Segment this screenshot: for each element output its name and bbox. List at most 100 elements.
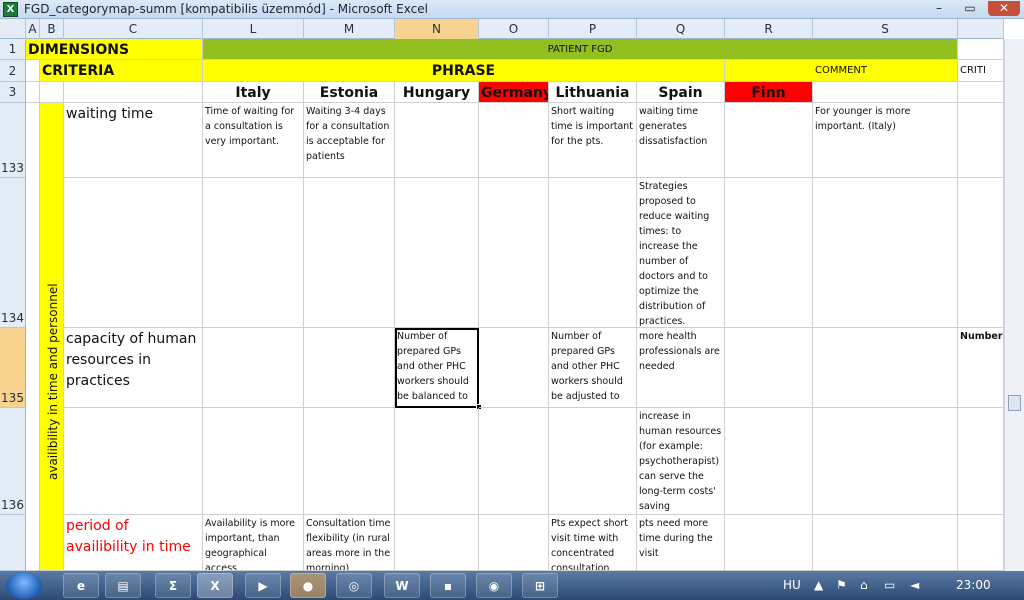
restore-button[interactable]: ▭ xyxy=(957,1,983,16)
excel-icon[interactable]: X xyxy=(3,2,18,17)
row-header-2[interactable]: 2 xyxy=(0,60,26,82)
criterion-capacity-human-resources[interactable]: capacity of human resources in practices xyxy=(64,328,203,408)
cell-n133[interactable] xyxy=(395,103,479,178)
vertical-scrollbar[interactable] xyxy=(1004,39,1024,571)
pdf-icon[interactable]: ◎ xyxy=(336,573,372,598)
column-header-m[interactable]: M xyxy=(304,19,395,39)
language-indicator[interactable]: HU xyxy=(783,578,801,592)
cell-a2[interactable] xyxy=(26,60,40,82)
cell-l133[interactable]: Time of waiting for a consultation is ve… xyxy=(203,103,304,178)
column-header-l[interactable]: L xyxy=(203,19,304,39)
cell-m134[interactable] xyxy=(304,178,395,328)
flag-icon[interactable]: ⚑ xyxy=(836,578,847,592)
column-header-a[interactable]: A xyxy=(26,19,40,39)
row-header-135[interactable]: 135 xyxy=(0,328,26,408)
column-header-b[interactable]: B xyxy=(40,19,64,39)
save-icon[interactable]: ▪ xyxy=(430,573,466,598)
cell-s134[interactable] xyxy=(813,178,958,328)
volume-icon[interactable]: ◄ xyxy=(910,578,919,592)
cell-o134[interactable] xyxy=(479,178,549,328)
cell-n137[interactable] xyxy=(395,515,479,571)
cell-q134[interactable]: Strategies proposed to reduce waiting ti… xyxy=(637,178,725,328)
cell-s3[interactable] xyxy=(813,82,958,103)
country-header-finn[interactable]: Finn xyxy=(725,82,813,103)
cell-s135[interactable] xyxy=(813,328,958,408)
word-icon[interactable]: W xyxy=(384,573,420,598)
country-header-spain[interactable]: Spain xyxy=(637,82,725,103)
sigma-icon[interactable]: Σ xyxy=(155,573,191,598)
cell-l134[interactable] xyxy=(203,178,304,328)
cell-t3[interactable] xyxy=(958,82,1004,103)
country-header-germany[interactable]: Germany xyxy=(479,82,549,103)
cell-o136[interactable] xyxy=(479,408,549,515)
cell-t134[interactable] xyxy=(958,178,1004,328)
ie-icon[interactable]: e xyxy=(63,573,99,598)
cell-q136[interactable]: increase in human resources (for example… xyxy=(637,408,725,515)
close-button[interactable]: ✕ xyxy=(988,1,1020,16)
media-icon[interactable]: ▶ xyxy=(245,573,281,598)
criteria-header-clipped[interactable]: CRITI xyxy=(958,60,1004,82)
dimension-cell[interactable]: availibility in time and personnel xyxy=(40,103,64,571)
cell-t1[interactable] xyxy=(958,39,1004,60)
cell-t137[interactable] xyxy=(958,515,1004,571)
phrase-header[interactable]: PHRASE xyxy=(203,60,725,82)
row-header-1[interactable]: 1 xyxy=(0,39,26,60)
minimize-button[interactable]: – xyxy=(926,1,952,16)
cell-m137[interactable]: Consultation time flexibility (in rural … xyxy=(304,515,395,571)
cell-l135[interactable] xyxy=(203,328,304,408)
select-all-corner[interactable] xyxy=(0,19,26,39)
patient-fgd-header[interactable]: PATIENT FGD xyxy=(203,39,958,60)
cell-n134[interactable] xyxy=(395,178,479,328)
column-a-body[interactable] xyxy=(26,103,40,571)
row-header-136[interactable]: 136 xyxy=(0,408,26,515)
column-header-o[interactable]: O xyxy=(479,19,549,39)
cell-r137[interactable] xyxy=(725,515,813,571)
cell-n136[interactable] xyxy=(395,408,479,515)
dimensions-header[interactable]: DIMENSIONS xyxy=(26,39,203,60)
cell-t136[interactable] xyxy=(958,408,1004,515)
cell-t133[interactable] xyxy=(958,103,1004,178)
column-header-r[interactable]: R xyxy=(725,19,813,39)
network-icon[interactable]: ⊞ xyxy=(522,573,558,598)
active-cell-n135[interactable]: Number of prepared GPs and other PHC wor… xyxy=(395,328,479,408)
criterion-waiting-time[interactable]: waiting time xyxy=(64,103,203,178)
cell-m136[interactable] xyxy=(304,408,395,515)
row-header-3[interactable]: 3 xyxy=(0,82,26,103)
column-header-t[interactable] xyxy=(958,19,1004,39)
cell-s136[interactable] xyxy=(813,408,958,515)
cell-l136[interactable] xyxy=(203,408,304,515)
cell-r136[interactable] xyxy=(725,408,813,515)
tray-arrow-icon[interactable]: ▲ xyxy=(814,578,823,592)
firefox-icon[interactable]: ● xyxy=(290,573,326,598)
excel-taskbar-icon[interactable]: X xyxy=(197,573,233,598)
explorer-icon[interactable]: ▤ xyxy=(105,573,141,598)
column-header-n[interactable]: N xyxy=(395,19,479,39)
cell-r134[interactable] xyxy=(725,178,813,328)
cell-c3[interactable] xyxy=(64,82,203,103)
country-header-lithuania[interactable]: Lithuania xyxy=(549,82,637,103)
row-header-133[interactable]: 133 xyxy=(0,103,26,178)
row-header-134[interactable]: 134 xyxy=(0,178,26,328)
cell-b3[interactable] xyxy=(40,82,64,103)
cell-q137[interactable]: pts need more time during the visit xyxy=(637,515,725,571)
device-icon[interactable]: ⌂ xyxy=(860,578,868,592)
cell-q135[interactable]: more health professionals are needed xyxy=(637,328,725,408)
criterion-empty-136[interactable] xyxy=(64,408,203,515)
cell-r133[interactable] xyxy=(725,103,813,178)
cell-l137[interactable]: Availability is more important, than geo… xyxy=(203,515,304,571)
column-header-p[interactable]: P xyxy=(549,19,637,39)
column-header-q[interactable]: Q xyxy=(637,19,725,39)
comment-header[interactable]: COMMENT xyxy=(725,60,958,82)
cell-p135[interactable]: Number of prepared GPs and other PHC wor… xyxy=(549,328,637,408)
monitor-icon[interactable]: ▭ xyxy=(884,578,895,592)
cell-p136[interactable] xyxy=(549,408,637,515)
row-header-137[interactable] xyxy=(0,515,26,571)
cell-m133[interactable]: Waiting 3-4 days for a consultation is a… xyxy=(304,103,395,178)
cell-s133[interactable]: For younger is more important. (Italy) xyxy=(813,103,958,178)
cell-o133[interactable] xyxy=(479,103,549,178)
cell-r135[interactable] xyxy=(725,328,813,408)
cell-q133[interactable]: waiting time generates dissatisfaction xyxy=(637,103,725,178)
cell-m135[interactable] xyxy=(304,328,395,408)
clock[interactable]: 23:00 xyxy=(956,578,991,592)
cell-o137[interactable] xyxy=(479,515,549,571)
